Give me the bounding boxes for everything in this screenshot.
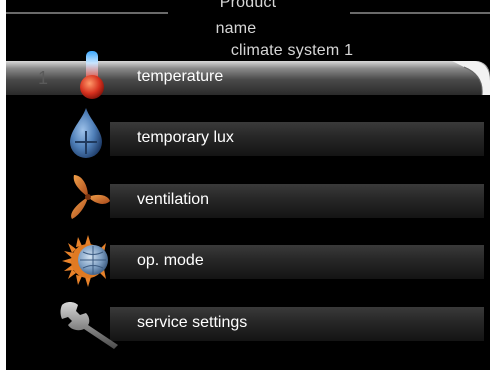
menu-item-label: temperature bbox=[137, 68, 224, 85]
water-drop-icon bbox=[70, 108, 102, 158]
menu-item-temporary-lux[interactable]: temporary lux bbox=[6, 108, 490, 158]
thermometer-icon bbox=[80, 51, 104, 99]
menu-item-service-settings[interactable]: service settings bbox=[6, 302, 490, 349]
selected-number: 1 bbox=[38, 68, 49, 88]
wrench-icon bbox=[60, 302, 118, 349]
menu-item-label: service settings bbox=[137, 314, 248, 331]
header-divider-left bbox=[6, 12, 168, 14]
fan-icon bbox=[71, 175, 110, 219]
menu-item-temperature[interactable]: 1 temperature bbox=[6, 51, 490, 99]
header-product: Product bbox=[219, 0, 277, 11]
sun-globe-icon bbox=[62, 235, 108, 287]
menu-item-label: op. mode bbox=[137, 252, 204, 269]
menu-item-op-mode[interactable]: op. mode bbox=[6, 235, 490, 287]
menu-item-label: temporary lux bbox=[137, 129, 234, 146]
header-climate-system: climate system 1 bbox=[230, 42, 354, 59]
page-curl-icon bbox=[452, 61, 490, 95]
header-divider-right bbox=[350, 12, 490, 14]
menu-item-ventilation[interactable]: ventilation bbox=[6, 175, 490, 219]
display-screen: Product name climate system 1 1 temperat… bbox=[6, 0, 490, 370]
header-name: name bbox=[215, 20, 257, 37]
menu-item-label: ventilation bbox=[137, 191, 210, 208]
